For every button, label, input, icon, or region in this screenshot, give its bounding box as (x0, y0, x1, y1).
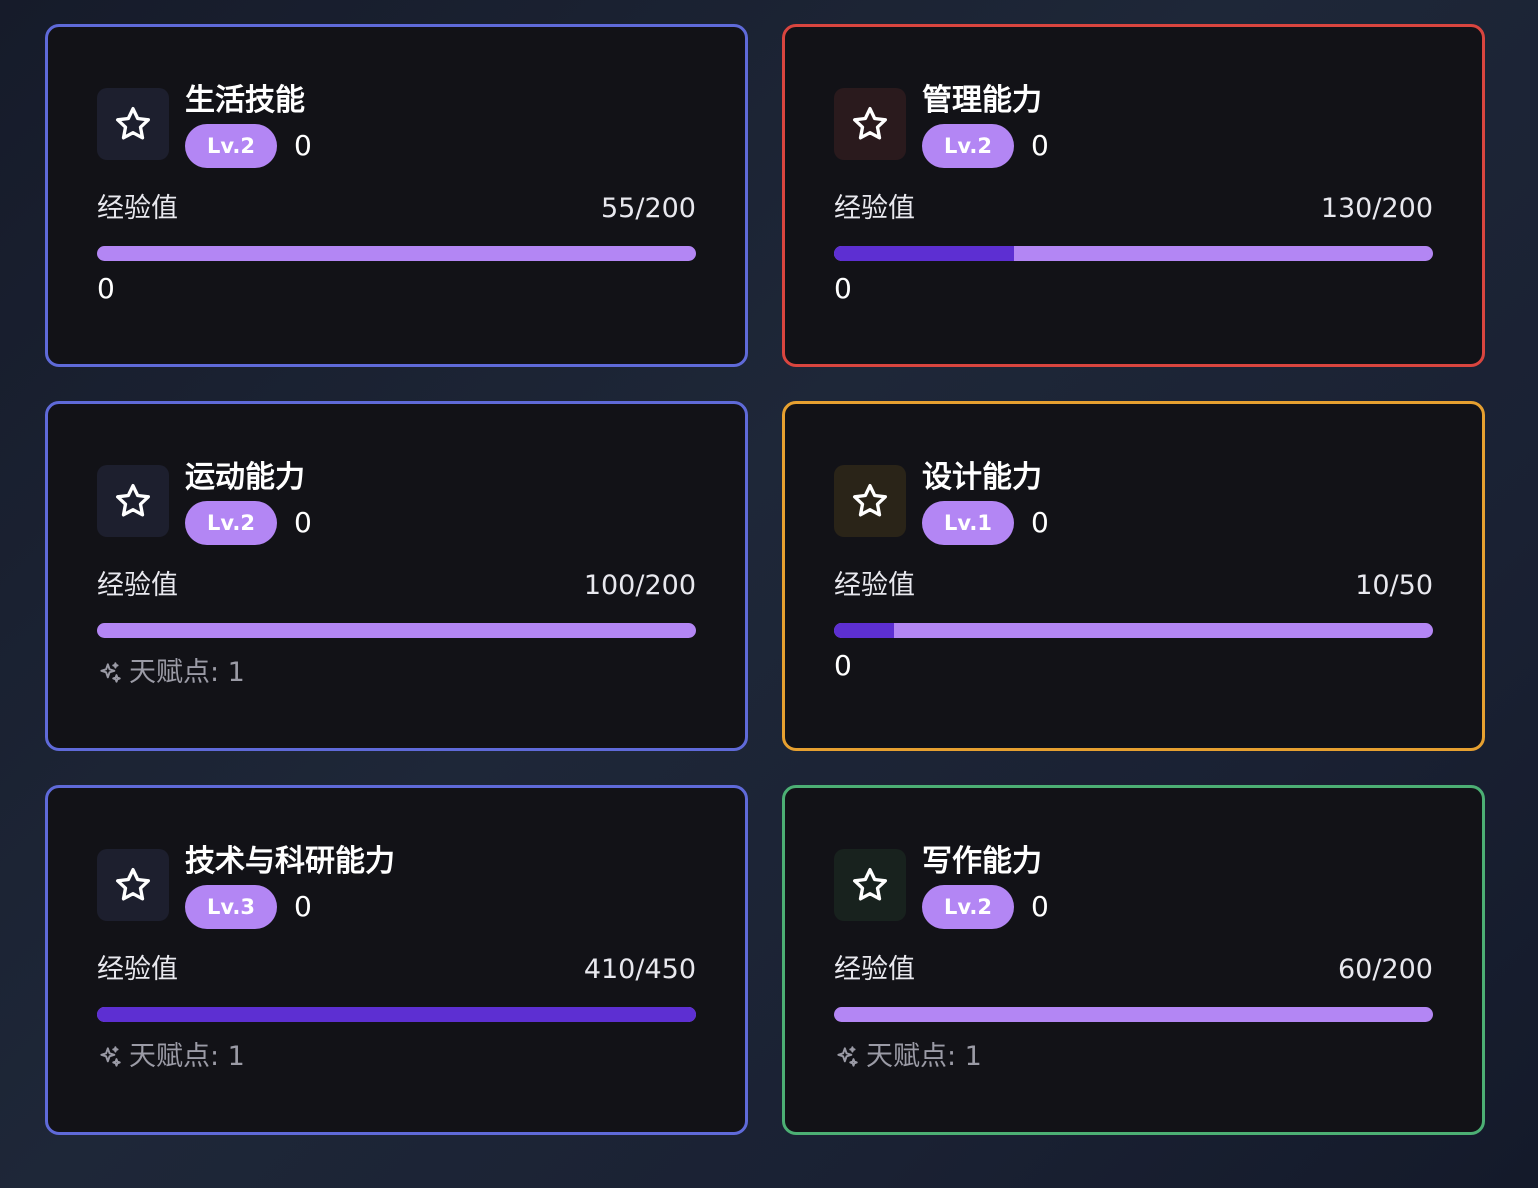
exp-label: 经验值 (97, 193, 178, 224)
exp-value: 130/200 (1320, 193, 1433, 224)
exp-progress-fill (834, 246, 1014, 261)
skill-card-content: 技术与科研能力 Lv.3 0 经验值 410/450 天赋点: 1 (97, 844, 696, 1074)
sparkle-icon (97, 660, 129, 686)
skill-icon-box (834, 465, 906, 537)
skill-card[interactable]: 管理能力 Lv.2 0 经验值 130/200 0 (782, 24, 1485, 367)
skill-footer-value: 0 (834, 272, 852, 305)
exp-progress-bar (97, 1007, 696, 1022)
skill-title: 写作能力 (922, 844, 1042, 879)
skill-card[interactable]: 技术与科研能力 Lv.3 0 经验值 410/450 天赋点: 1 (45, 785, 748, 1135)
star-icon (850, 104, 890, 144)
skill-card-content: 管理能力 Lv.2 0 经验值 130/200 0 (834, 83, 1433, 307)
level-badge: Lv.1 (922, 501, 1014, 545)
sparkle-icon (97, 1044, 129, 1070)
talent-points: 天赋点: 1 (97, 656, 696, 690)
talent-points: 天赋点: 1 (834, 1040, 1433, 1074)
skill-icon-box (834, 88, 906, 160)
skill-header: 技术与科研能力 Lv.3 0 (97, 844, 696, 935)
skill-icon-box (97, 88, 169, 160)
skill-card[interactable]: 生活技能 Lv.2 0 经验值 55/200 0 (45, 24, 748, 367)
level-badge: Lv.2 (185, 501, 277, 545)
skill-card[interactable]: 设计能力 Lv.1 0 经验值 10/50 0 (782, 401, 1485, 751)
level-extra-value: 0 (1030, 890, 1049, 923)
exp-progress-bar (97, 623, 696, 638)
skill-header: 写作能力 Lv.2 0 (834, 844, 1433, 935)
skill-footer-value: 0 (97, 272, 115, 305)
skill-header: 设计能力 Lv.1 0 (834, 460, 1433, 551)
exp-value: 10/50 (1355, 570, 1433, 601)
skill-title: 运动能力 (185, 460, 305, 495)
level-badge: Lv.2 (922, 124, 1014, 168)
skill-title: 管理能力 (922, 83, 1042, 118)
exp-label: 经验值 (97, 954, 178, 985)
level-extra-value: 0 (293, 129, 312, 162)
star-icon (113, 481, 153, 521)
exp-value: 55/200 (601, 193, 696, 224)
exp-progress-fill (97, 1007, 696, 1022)
exp-label: 经验值 (834, 193, 915, 224)
level-extra-value: 0 (1030, 129, 1049, 162)
level-extra-value: 0 (293, 506, 312, 539)
skill-header: 生活技能 Lv.2 0 (97, 83, 696, 174)
exp-progress-bar (834, 246, 1433, 261)
skill-card-content: 设计能力 Lv.1 0 经验值 10/50 0 (834, 460, 1433, 684)
skills-grid: 生活技能 Lv.2 0 经验值 55/200 0 管理能力 Lv.2 0 经验值 130/200 0… (45, 24, 1485, 1135)
skill-card-content: 生活技能 Lv.2 0 经验值 55/200 0 (97, 83, 696, 307)
skill-icon-box (97, 849, 169, 921)
star-icon (850, 865, 890, 905)
exp-progress-bar (834, 1007, 1433, 1022)
exp-label: 经验值 (97, 570, 178, 601)
skill-footer-value: 0 (834, 649, 852, 682)
exp-progress-bar (834, 623, 1433, 638)
skill-title: 设计能力 (922, 460, 1042, 495)
skill-card[interactable]: 写作能力 Lv.2 0 经验值 60/200 天赋点: 1 (782, 785, 1485, 1135)
exp-label: 经验值 (834, 570, 915, 601)
skill-card-content: 运动能力 Lv.2 0 经验值 100/200 天赋点: 1 (97, 460, 696, 690)
sparkle-icon (834, 1044, 866, 1070)
exp-value: 100/200 (583, 570, 696, 601)
skill-title: 生活技能 (185, 83, 305, 118)
talent-points: 天赋点: 1 (97, 1040, 696, 1074)
skill-title: 技术与科研能力 (185, 844, 395, 879)
exp-value: 60/200 (1338, 954, 1433, 985)
exp-progress-fill (834, 623, 894, 638)
talent-points-label: 天赋点: 1 (129, 657, 245, 688)
level-badge: Lv.3 (185, 885, 277, 929)
skill-icon-box (834, 849, 906, 921)
skill-card-content: 写作能力 Lv.2 0 经验值 60/200 天赋点: 1 (834, 844, 1433, 1074)
talent-points-label: 天赋点: 1 (866, 1041, 982, 1072)
level-extra-value: 0 (1030, 506, 1049, 539)
skill-icon-box (97, 465, 169, 537)
exp-progress-bar (97, 246, 696, 261)
skill-header: 管理能力 Lv.2 0 (834, 83, 1433, 174)
star-icon (850, 481, 890, 521)
level-badge: Lv.2 (185, 124, 277, 168)
talent-points-label: 天赋点: 1 (129, 1041, 245, 1072)
level-badge: Lv.2 (922, 885, 1014, 929)
star-icon (113, 865, 153, 905)
exp-label: 经验值 (834, 954, 915, 985)
star-icon (113, 104, 153, 144)
exp-value: 410/450 (583, 954, 696, 985)
skill-card[interactable]: 运动能力 Lv.2 0 经验值 100/200 天赋点: 1 (45, 401, 748, 751)
level-extra-value: 0 (293, 890, 312, 923)
skill-header: 运动能力 Lv.2 0 (97, 460, 696, 551)
